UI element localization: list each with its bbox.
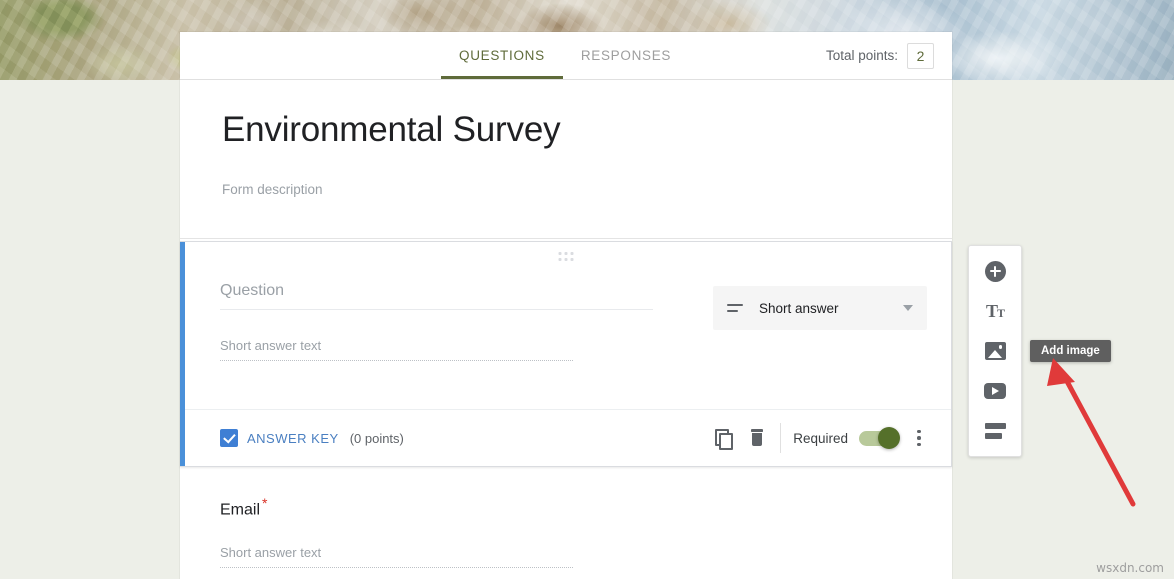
tab-responses-label: RESPONSES	[580, 48, 672, 63]
email-question-card[interactable]: Email * Short answer text	[180, 467, 952, 569]
section-icon	[984, 423, 1006, 439]
tab-questions-label: QUESTIONS	[459, 48, 545, 63]
add-circle-icon	[984, 260, 1006, 282]
required-label: Required	[793, 430, 848, 446]
total-points-label: Total points:	[825, 48, 898, 63]
delete-question-button[interactable]	[740, 421, 774, 455]
add-image-tooltip: Add image	[1030, 340, 1111, 362]
answer-key-button[interactable]: ANSWER KEY (0 points)	[220, 429, 404, 447]
image-icon	[984, 342, 1006, 360]
annotation-arrow	[1047, 358, 1136, 507]
add-item-toolbar: TT	[968, 245, 1022, 457]
add-title-description-button[interactable]: TT	[975, 294, 1015, 328]
email-answer-preview: Short answer text	[220, 545, 573, 569]
add-image-button[interactable]	[975, 334, 1015, 368]
question-card[interactable]: Question Short answer text Short answer …	[180, 241, 952, 467]
video-icon	[984, 383, 1006, 399]
total-points-value[interactable]: 2	[907, 42, 934, 69]
question-type-select[interactable]: Short answer	[713, 286, 927, 330]
email-question-label: Email	[220, 501, 261, 519]
required-asterisk: *	[262, 495, 268, 511]
tab-responses[interactable]: RESPONSES	[563, 32, 689, 79]
required-toggle-knob	[878, 426, 900, 449]
form-title[interactable]: Environmental Survey	[222, 110, 910, 150]
chevron-down-icon	[903, 305, 913, 311]
answer-key-label: ANSWER KEY	[247, 430, 339, 446]
required-toggle[interactable]	[859, 426, 900, 449]
question-type-label: Short answer	[759, 300, 839, 316]
duplicate-icon	[715, 429, 734, 450]
trash-icon	[750, 429, 764, 447]
question-title-input[interactable]: Question	[220, 282, 653, 310]
question-more-options-button[interactable]	[903, 421, 935, 455]
form-header-block: Environmental Survey Form description	[180, 80, 952, 239]
form-description-input[interactable]: Form description	[222, 182, 910, 197]
add-section-button[interactable]	[975, 414, 1015, 448]
form-tabbar: QUESTIONS RESPONSES Total points: 2	[180, 32, 952, 80]
question-card-footer: ANSWER KEY (0 points) Required	[185, 409, 951, 466]
add-question-button[interactable]	[975, 254, 1015, 288]
form-tabs: QUESTIONS RESPONSES	[441, 32, 689, 79]
answer-key-checkbox-icon	[220, 429, 238, 447]
total-points: Total points: 2	[826, 32, 934, 79]
question-fields: Question Short answer text	[220, 282, 689, 361]
footer-divider	[780, 423, 782, 453]
email-question-title: Email *	[220, 495, 952, 519]
title-text-icon: TT	[985, 301, 1005, 321]
short-answer-icon	[727, 304, 745, 312]
duplicate-question-button[interactable]	[706, 421, 740, 455]
add-video-button[interactable]	[975, 374, 1015, 408]
answer-key-points: (0 points)	[349, 430, 404, 446]
question-answer-preview: Short answer text	[220, 338, 573, 361]
drag-handle-icon[interactable]	[558, 252, 573, 261]
form-editor-panel: QUESTIONS RESPONSES Total points: 2 Envi…	[180, 32, 952, 579]
site-watermark: wsxdn.com	[1096, 561, 1164, 575]
tab-questions[interactable]: QUESTIONS	[441, 32, 563, 79]
